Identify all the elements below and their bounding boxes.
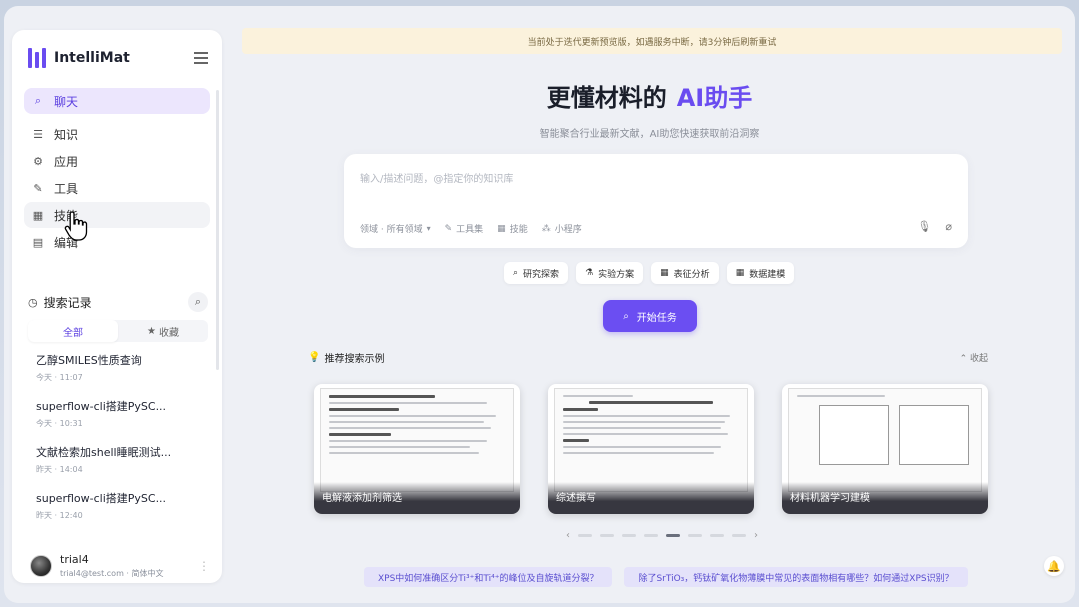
chat-input-box[interactable]: 输入/描述问题，@指定你的知识库 领域 · 所有领域 ▾ ✎ 工具集 ▦ 技能 ⁂ 小程… [344, 154, 968, 248]
example-card[interactable]: 电解液添加剂筛选 [314, 384, 520, 514]
sidebar-item-label: 应用 [54, 154, 79, 169]
chip-modeling[interactable]: ▦ 数据建模 [726, 262, 795, 284]
user-name: trial4 [60, 553, 89, 566]
app-name: IntelliMat [54, 50, 130, 66]
plot-thumbnail [788, 388, 982, 492]
card-label: 电解液添加剂筛选 [314, 482, 520, 514]
history-item[interactable]: superflow-cli搭建PySC... 昨天 · 12:40 [36, 490, 206, 536]
grid-icon: ▦ [32, 208, 44, 222]
pager-dot[interactable] [622, 534, 636, 537]
pager-dot[interactable] [578, 534, 592, 537]
input-toolbar: 领域 · 所有领域 ▾ ✎ 工具集 ▦ 技能 ⁂ 小程序 [360, 222, 582, 236]
grid-icon: ▦ [497, 223, 506, 234]
sidebar-item-label: 工具 [54, 181, 79, 196]
star-icon: ★ [147, 325, 156, 337]
lightbulb-icon: 💡 [308, 352, 321, 363]
chip-experiment[interactable]: ⚗ 实验方案 [576, 262, 644, 284]
chip-research[interactable]: ⌕ 研究探索 [504, 262, 569, 284]
carousel-pager: ‹ › [566, 530, 758, 541]
apps-icon: ⁂ [541, 223, 551, 234]
page-title-ai: AI助手 [676, 84, 753, 112]
history-header: ◷ 搜索记录 ⌕ [28, 292, 208, 312]
history-item[interactable]: 文献检索加shell睡眠测试... 昨天 · 14:04 [36, 444, 206, 490]
chevron-up-icon: ⌃ [959, 354, 968, 364]
history-list: 乙醇SMILES性质查询 今天 · 11:07 superflow-cli搭建P… [36, 352, 206, 536]
document-thumbnail [320, 388, 514, 492]
history-search-icon[interactable]: ⌕ [188, 292, 208, 312]
card-label: 材料机器学习建模 [782, 482, 988, 514]
logo[interactable]: IntelliMat [28, 48, 130, 68]
sidebar-collapse-icon[interactable] [194, 52, 208, 64]
recommend-cards: 电解液添加剂筛选 综述撰写 材料机器学习建模 [314, 384, 988, 514]
start-task-button[interactable]: ⌕ 开始任务 [603, 300, 697, 332]
hand-cursor-icon [64, 211, 88, 241]
pager-dot[interactable] [644, 534, 658, 537]
collapse-button[interactable]: ⌃ 收起 [960, 351, 988, 364]
flask-icon: ⚗ [585, 268, 594, 278]
skills-button[interactable]: ▦ 技能 [497, 222, 528, 236]
page-subtitle: 智能聚合行业最新文献，AI助您快速获取前沿洞察 [539, 129, 760, 140]
search-icon: ⌕ [513, 268, 519, 278]
sidebar-item-apps[interactable]: ⚙ 应用 [24, 148, 210, 174]
grid-icon: ▦ [660, 268, 669, 278]
sidebar-nav: ⌕ 聊天 ☰ 知识 ⚙ 应用 ✎ 工具 ▦ 技能 ▤ 编辑 [24, 88, 210, 256]
pager-dot[interactable] [732, 534, 746, 537]
search-icon: ⌕ [623, 310, 629, 322]
chat-input[interactable]: 输入/描述问题，@指定你的知识库 [360, 170, 513, 185]
notice-banner: 当前处于迭代更新预览版，如遇服务中断，请3分钟后刷新重试 [242, 28, 1062, 54]
history-clock-icon: ◷ [28, 295, 38, 309]
history-title: 搜索记录 [43, 295, 92, 310]
mode-chips: ⌕ 研究探索 ⚗ 实验方案 ▦ 表征分析 ▦ 数据建模 [504, 262, 795, 284]
recommend-header: 💡 推荐搜索示例 ⌃ 收起 [308, 351, 988, 365]
sidebar-item-edit[interactable]: ▤ 编辑 [24, 229, 210, 255]
toolset-button[interactable]: ✎ 工具集 [444, 222, 484, 236]
page-title: 更懂材料的 AI助手 [546, 84, 753, 112]
sidebar-item-tools[interactable]: ✎ 工具 [24, 175, 210, 201]
wrench-icon: ✎ [444, 223, 453, 234]
wrench-icon: ✎ [33, 181, 43, 195]
chevron-right-icon[interactable]: › [754, 530, 758, 541]
grid-icon: ▦ [735, 268, 745, 278]
miniapp-button[interactable]: ⁂ 小程序 [541, 222, 582, 236]
intellimat-logo-icon [28, 48, 46, 68]
example-card[interactable]: 材料机器学习建模 [782, 384, 988, 514]
sidebar-item-skills[interactable]: ▦ 技能 [24, 202, 210, 228]
chevron-down-icon: ▾ [426, 224, 431, 233]
example-card[interactable]: 综述撰写 [548, 384, 754, 514]
tab-all[interactable]: 全部 [28, 320, 118, 342]
bell-icon[interactable]: 🔔 [1044, 556, 1064, 576]
history-item[interactable]: 乙醇SMILES性质查询 今天 · 11:07 [36, 352, 206, 398]
pager-dot-active[interactable] [666, 534, 680, 537]
chevron-left-icon[interactable]: ‹ [566, 530, 570, 541]
avatar [30, 555, 52, 577]
suggested-question[interactable]: 除了SrTiO₃，钙钛矿氧化物薄膜中常见的表面物相有哪些？如何通过XPS识别？ [624, 567, 968, 587]
card-label: 综述撰写 [548, 482, 754, 514]
pager-dot[interactable] [710, 534, 724, 537]
document-thumbnail [554, 388, 748, 492]
pager-dot[interactable] [688, 534, 702, 537]
tab-favorites[interactable]: ★ 收藏 [118, 320, 208, 342]
edit-icon: ▤ [32, 235, 44, 249]
user-profile[interactable]: trial4 trial4@test.com · 简体中文 ⋮ [30, 546, 210, 586]
history-item[interactable]: superflow-cli搭建PySC... 今天 · 10:31 [36, 398, 206, 444]
attachment-icon[interactable]: ⌀ [945, 220, 952, 233]
history-tabs: 全部 ★ 收藏 [28, 320, 208, 342]
domain-selector[interactable]: 领域 · 所有领域 ▾ [360, 222, 431, 235]
suggested-question[interactable]: XPS中如何准确区分Ti³⁺和Ti⁴⁺的峰位及自旋轨道分裂？ [364, 567, 613, 587]
chip-characterization[interactable]: ▦ 表征分析 [651, 262, 719, 284]
pager-dot[interactable] [600, 534, 614, 537]
input-actions: 🎙 ⌀ [917, 220, 952, 233]
suggested-questions: XPS中如何准确区分Ti³⁺和Ti⁴⁺的峰位及自旋轨道分裂？ 除了SrTiO₃，… [364, 567, 968, 587]
more-icon[interactable]: ⋮ [198, 559, 210, 573]
apps-icon: ⚙ [33, 154, 43, 168]
microphone-icon[interactable]: 🎙 [917, 220, 931, 233]
user-email: trial4@test.com · 简体中文 [60, 569, 164, 578]
